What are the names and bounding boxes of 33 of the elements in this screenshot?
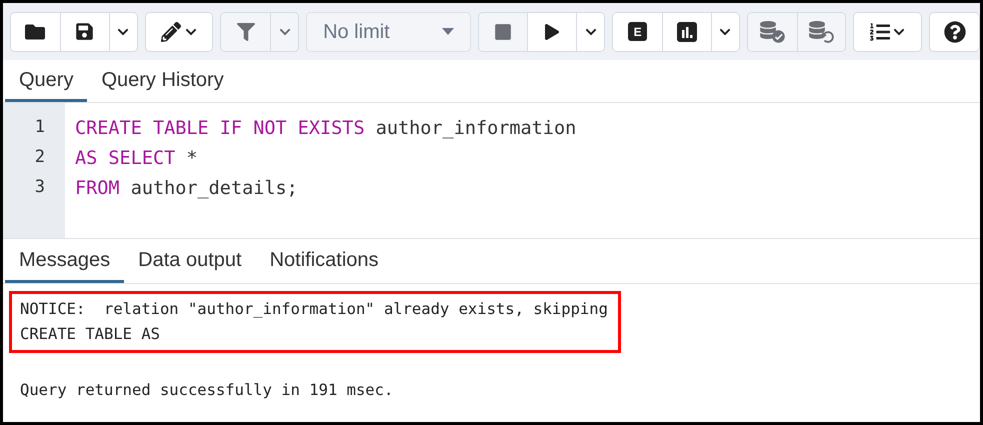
editor-tab[interactable]: Query History (87, 60, 238, 102)
output-tab[interactable]: Notifications (256, 239, 393, 283)
dropdown-button[interactable] (710, 12, 739, 50)
save-icon (75, 22, 94, 41)
play-icon (544, 24, 560, 40)
line-number: 2 (34, 146, 46, 169)
explain-button[interactable]: E (613, 12, 662, 50)
run-button[interactable] (527, 12, 576, 50)
line-number: 1 (34, 116, 46, 139)
code-line: AS SELECT * (75, 147, 199, 171)
open-button[interactable] (11, 12, 60, 50)
database-undo-icon (808, 20, 834, 42)
output-tab[interactable]: Messages (5, 239, 124, 283)
save-button[interactable] (60, 12, 109, 50)
code-line: FROM author_details; (75, 177, 299, 201)
analyze-button[interactable] (662, 12, 711, 50)
filter-icon (236, 22, 255, 40)
line-number: 3 (34, 176, 46, 199)
database-check-icon (759, 20, 786, 42)
bar-chart-icon (676, 22, 697, 42)
dropdown-button[interactable] (576, 12, 604, 50)
stop-icon (494, 22, 512, 40)
caret-icon (442, 28, 454, 35)
dropdown-button[interactable] (108, 12, 137, 50)
numbered-list-icon (870, 22, 890, 42)
pencil-icon (160, 22, 181, 42)
result-message: Query returned successfully in 191 msec. (19, 380, 394, 401)
output-tab[interactable]: Data output (124, 239, 256, 283)
folder-icon (25, 22, 46, 42)
help-icon (944, 20, 966, 42)
message-line: CREATE TABLE AS (20, 324, 161, 345)
code-line: CREATE TABLE IF NOT EXISTS author_information (75, 117, 576, 141)
message-line: NOTICE: relation "author_information" already exists, skipping (20, 299, 608, 320)
